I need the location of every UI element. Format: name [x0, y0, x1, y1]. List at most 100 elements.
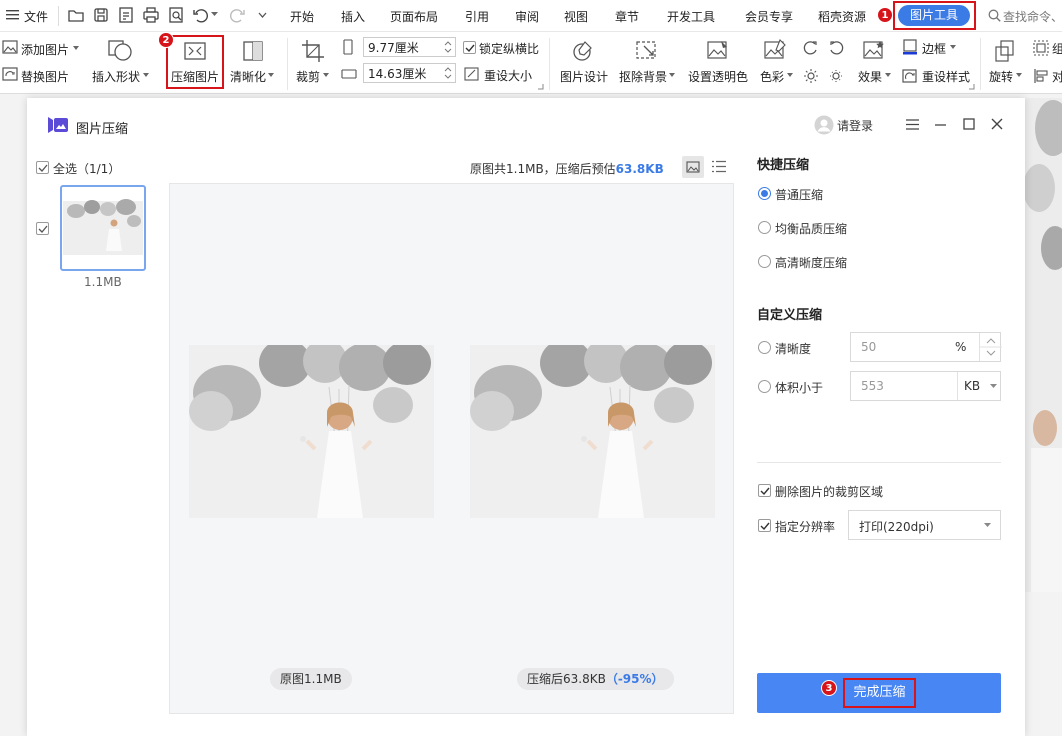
- remove-background-dropdown-icon[interactable]: [669, 73, 675, 77]
- size-limit-radio[interactable]: [758, 380, 771, 393]
- replace-picture-icon[interactable]: [2, 67, 18, 81]
- tab-resources[interactable]: 稻壳资源: [818, 8, 866, 25]
- group-icon[interactable]: [1033, 40, 1049, 56]
- insert-shape-button[interactable]: 插入形状: [92, 68, 140, 85]
- remove-background-button[interactable]: 抠除背景: [619, 68, 667, 85]
- image-checkbox[interactable]: [36, 222, 49, 235]
- sharpen-dropdown-icon[interactable]: [268, 73, 274, 77]
- maximize-icon[interactable]: [963, 118, 975, 130]
- export-pdf-icon[interactable]: [117, 6, 135, 24]
- redo-icon[interactable]: [228, 6, 246, 24]
- open-folder-icon[interactable]: [67, 6, 85, 24]
- sharpen-icon[interactable]: [242, 40, 266, 64]
- width-stepper-icon[interactable]: [444, 40, 452, 54]
- finish-compress-button[interactable]: 完成压缩 3: [757, 673, 1001, 713]
- crop-button[interactable]: 裁剪: [296, 68, 320, 85]
- compress-picture-icon[interactable]: [183, 40, 207, 64]
- color-dropdown-icon[interactable]: [787, 73, 793, 77]
- file-menu[interactable]: 文件: [24, 8, 48, 25]
- crop-icon[interactable]: [301, 39, 325, 63]
- add-picture-button[interactable]: 添加图片: [21, 41, 69, 58]
- effects-button[interactable]: 效果: [858, 68, 882, 85]
- tab-page-layout[interactable]: 页面布局: [390, 8, 438, 25]
- tab-insert[interactable]: 插入: [341, 8, 365, 25]
- customize-toolbar-icon[interactable]: [258, 12, 267, 18]
- select-all-checkbox[interactable]: [36, 161, 49, 174]
- reset-style-button[interactable]: 重设样式: [922, 68, 970, 85]
- clarity-stepper[interactable]: [979, 333, 1002, 361]
- command-search-input[interactable]: 查找命令、: [1003, 8, 1062, 25]
- align-icon[interactable]: [1033, 68, 1049, 84]
- delete-crop-area-checkbox[interactable]: [758, 484, 771, 497]
- print-icon[interactable]: [142, 6, 160, 24]
- set-transparent-color-button[interactable]: 设置透明色: [688, 68, 748, 85]
- balanced-compress-radio[interactable]: [758, 221, 771, 234]
- add-picture-icon[interactable]: [2, 40, 18, 54]
- color-icon[interactable]: [763, 39, 787, 63]
- rotate-icon[interactable]: [992, 39, 1016, 63]
- hd-compress-radio[interactable]: [758, 255, 771, 268]
- reset-size-button[interactable]: 重设大小: [484, 67, 532, 84]
- decrease-brightness-icon[interactable]: [828, 68, 844, 84]
- style-dialog-launcher-icon[interactable]: [969, 84, 975, 90]
- border-button[interactable]: 边框: [922, 40, 946, 57]
- lock-aspect-ratio-checkbox[interactable]: [463, 41, 476, 54]
- picture-design-button[interactable]: 图片设计: [560, 68, 608, 85]
- rotate-button[interactable]: 旋转: [989, 68, 1013, 85]
- list-view-icon[interactable]: [712, 160, 726, 173]
- tab-home[interactable]: 开始: [290, 8, 314, 25]
- save-icon[interactable]: [92, 6, 110, 24]
- effects-icon[interactable]: [862, 39, 886, 63]
- avatar[interactable]: [814, 115, 834, 135]
- group-button[interactable]: 组: [1052, 40, 1062, 57]
- resolution-select[interactable]: 打印(220dpi): [848, 510, 1001, 540]
- add-picture-dropdown-icon[interactable]: [73, 46, 79, 50]
- picture-design-icon[interactable]: [571, 39, 595, 63]
- compress-picture-button[interactable]: 压缩图片: [171, 68, 219, 85]
- normal-compress-radio[interactable]: [758, 187, 771, 200]
- rotate-dropdown-icon[interactable]: [1016, 73, 1022, 77]
- decrease-contrast-icon[interactable]: [828, 40, 844, 56]
- login-link[interactable]: 请登录: [837, 117, 873, 134]
- undo-dropdown-icon[interactable]: [211, 12, 218, 17]
- search-icon[interactable]: [988, 9, 1001, 22]
- picture-width-field[interactable]: 9.77厘米: [363, 37, 456, 57]
- border-dropdown-icon[interactable]: [950, 45, 956, 49]
- menu-icon[interactable]: [906, 119, 919, 130]
- insert-shape-dropdown-icon[interactable]: [143, 73, 149, 77]
- crop-dropdown-icon[interactable]: [323, 73, 329, 77]
- effects-dropdown-icon[interactable]: [885, 73, 891, 77]
- remove-background-icon[interactable]: [635, 39, 659, 63]
- increase-brightness-icon[interactable]: [803, 68, 819, 84]
- minimize-icon[interactable]: [935, 124, 946, 126]
- tab-developer[interactable]: 开发工具: [667, 8, 715, 25]
- tab-chapter[interactable]: 章节: [615, 8, 639, 25]
- increase-contrast-icon[interactable]: [803, 40, 819, 56]
- undo-icon[interactable]: [192, 6, 210, 24]
- size-unit-select[interactable]: KB: [957, 372, 1001, 400]
- clarity-input[interactable]: 50 %: [850, 332, 1002, 362]
- height-stepper-icon[interactable]: [444, 66, 452, 80]
- size-limit-input[interactable]: 553 KB: [850, 371, 1001, 401]
- clarity-radio[interactable]: [758, 341, 771, 354]
- hamburger-icon[interactable]: [6, 9, 20, 21]
- preview-view-button[interactable]: [682, 156, 704, 178]
- set-transparent-color-icon[interactable]: [706, 39, 730, 63]
- image-thumbnail[interactable]: [60, 185, 146, 271]
- print-preview-icon[interactable]: [167, 6, 185, 24]
- tab-picture-tools[interactable]: 图片工具: [898, 5, 970, 26]
- tab-member[interactable]: 会员专享: [745, 8, 793, 25]
- close-icon[interactable]: [991, 118, 1003, 130]
- insert-shape-icon[interactable]: [107, 38, 132, 62]
- tab-view[interactable]: 视图: [564, 8, 588, 25]
- align-button[interactable]: 对: [1052, 68, 1062, 85]
- replace-picture-button[interactable]: 替换图片: [21, 68, 69, 85]
- document-image[interactable]: [1025, 98, 1062, 592]
- tab-review[interactable]: 审阅: [515, 8, 539, 25]
- color-button[interactable]: 色彩: [760, 68, 784, 85]
- reset-style-icon[interactable]: [902, 68, 918, 84]
- border-icon[interactable]: [902, 39, 918, 55]
- sharpen-button[interactable]: 清晰化: [230, 68, 266, 85]
- tab-references[interactable]: 引用: [465, 8, 489, 25]
- resolution-checkbox[interactable]: [758, 519, 771, 532]
